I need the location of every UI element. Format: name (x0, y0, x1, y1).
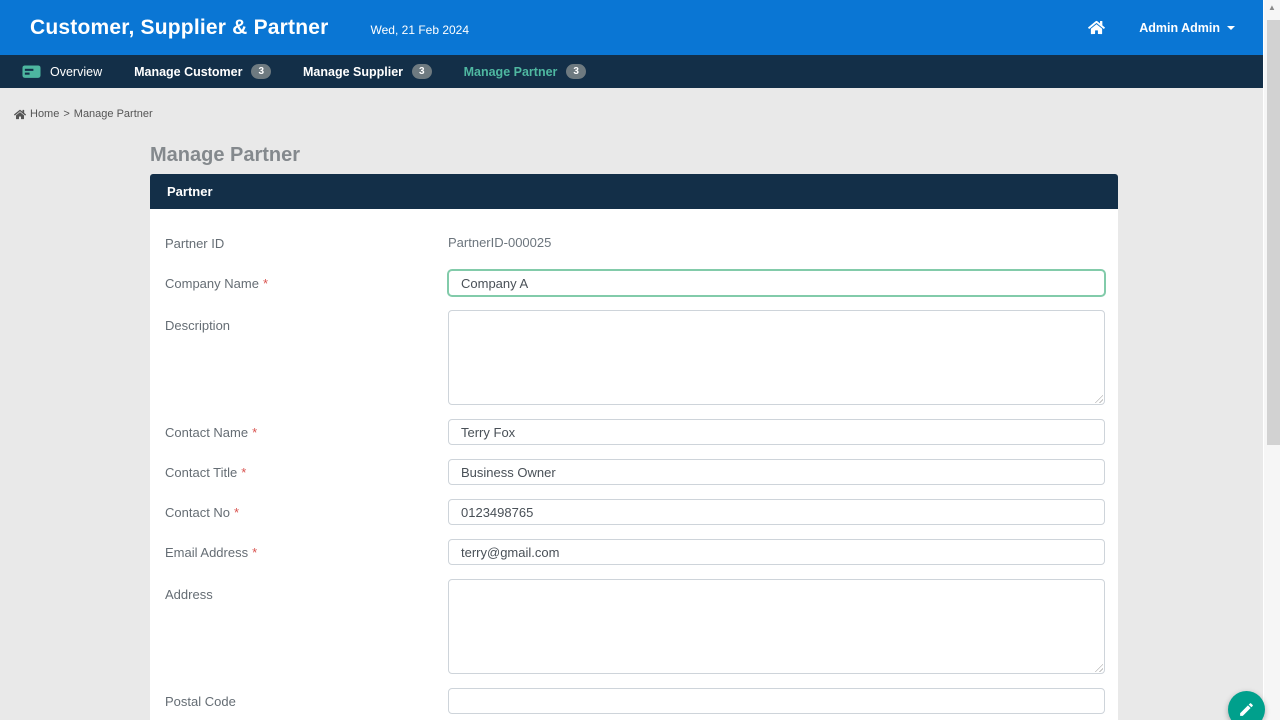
field-control-contact-no (448, 499, 1105, 525)
required-asterisk: * (234, 505, 239, 520)
user-menu[interactable]: Admin Admin (1139, 21, 1235, 35)
vertical-scrollbar[interactable]: ▲ (1263, 0, 1280, 720)
count-badge: 3 (251, 64, 271, 79)
label-text: Address (165, 587, 213, 602)
postal-code-input[interactable] (448, 688, 1105, 714)
label-text: Contact No (165, 505, 230, 520)
label-text: Email Address (165, 545, 248, 560)
form-row-partner-id: Partner ID PartnerID-000025 (165, 230, 1105, 256)
partner-id-value: PartnerID-000025 (448, 230, 1105, 256)
required-asterisk: * (252, 425, 257, 440)
field-label-partner-id: Partner ID (165, 230, 448, 256)
label-text: Postal Code (165, 694, 236, 709)
form-row-company-name: Company Name * (165, 270, 1105, 296)
user-name: Admin Admin (1139, 21, 1220, 35)
field-label-address: Address (165, 579, 448, 674)
form-row-contact-title: Contact Title * (165, 459, 1105, 485)
field-label-company-name: Company Name * (165, 270, 448, 296)
contact-title-input[interactable] (448, 459, 1105, 485)
contact-no-input[interactable] (448, 499, 1105, 525)
app-header: Customer, Supplier & Partner Wed, 21 Feb… (0, 0, 1263, 55)
label-text: Company Name (165, 276, 259, 291)
main-content: Manage Partner Partner Partner IDPartner… (150, 144, 1118, 720)
field-control-partner-id: PartnerID-000025 (448, 230, 1105, 256)
card-icon (22, 65, 41, 78)
field-label-contact-title: Contact Title * (165, 459, 448, 485)
main-nav: Overview Manage Customer 3 Manage Suppli… (0, 55, 1263, 88)
field-control-company-name (448, 270, 1105, 296)
breadcrumb-separator: > (63, 108, 69, 120)
contact-name-input[interactable] (448, 419, 1105, 445)
label-text: Contact Title (165, 465, 237, 480)
caret-down-icon (1227, 26, 1235, 30)
form-row-address: Address (165, 579, 1105, 674)
form-row-contact-no: Contact No * (165, 499, 1105, 525)
nav-item-manage-partner[interactable]: Manage Partner 3 (464, 64, 586, 79)
partner-panel: Partner Partner IDPartnerID-000025Compan… (150, 174, 1118, 720)
description-textarea[interactable] (448, 310, 1105, 405)
app-page: Customer, Supplier & Partner Wed, 21 Feb… (0, 0, 1263, 720)
required-asterisk: * (241, 465, 246, 480)
form-row-email-address: Email Address * (165, 539, 1105, 565)
breadcrumb-home-link[interactable]: Home (30, 108, 59, 120)
field-control-contact-name (448, 419, 1105, 445)
field-control-email-address (448, 539, 1105, 565)
breadcrumb-current: Manage Partner (74, 108, 153, 120)
nav-item-manage-supplier[interactable]: Manage Supplier 3 (303, 64, 432, 79)
panel-header: Partner (150, 174, 1118, 209)
breadcrumb: Home > Manage Partner (0, 88, 1263, 120)
app-title: Customer, Supplier & Partner (30, 16, 329, 40)
email-address-input[interactable] (448, 539, 1105, 565)
label-text: Contact Name (165, 425, 248, 440)
count-badge: 3 (412, 64, 432, 79)
nav-item-label: Manage Supplier (303, 65, 403, 79)
scrollbar-thumb[interactable] (1267, 20, 1280, 445)
scrollbar-up-arrow[interactable]: ▲ (1264, 3, 1280, 12)
page-title: Manage Partner (150, 144, 1118, 167)
nav-item-manage-customer[interactable]: Manage Customer 3 (134, 64, 271, 79)
address-textarea[interactable] (448, 579, 1105, 674)
home-icon[interactable] (1088, 20, 1105, 35)
field-label-contact-no: Contact No * (165, 499, 448, 525)
field-label-email-address: Email Address * (165, 539, 448, 565)
required-asterisk: * (252, 545, 257, 560)
field-label-contact-name: Contact Name * (165, 419, 448, 445)
label-text: Partner ID (165, 236, 224, 251)
pencil-icon (1238, 701, 1255, 718)
form-row-description: Description (165, 310, 1105, 405)
nav-item-overview[interactable]: Overview (22, 65, 102, 79)
count-badge: 3 (566, 64, 586, 79)
field-label-description: Description (165, 310, 448, 405)
partner-form: Partner ID PartnerID-000025 Company Name * D… (150, 209, 1118, 720)
nav-item-label: Overview (50, 65, 102, 79)
required-asterisk: * (263, 276, 268, 291)
nav-item-label: Manage Customer (134, 65, 242, 79)
nav-item-label: Manage Partner (464, 65, 558, 79)
company-name-input[interactable] (448, 270, 1105, 296)
form-row-contact-name: Contact Name * (165, 419, 1105, 445)
field-control-postal-code (448, 688, 1105, 714)
label-text: Description (165, 318, 230, 333)
home-icon (14, 109, 26, 120)
field-control-contact-title (448, 459, 1105, 485)
form-row-postal-code: Postal Code (165, 688, 1105, 714)
field-label-postal-code: Postal Code (165, 688, 448, 714)
header-date: Wed, 21 Feb 2024 (371, 23, 470, 37)
field-control-description (448, 310, 1105, 405)
field-control-address (448, 579, 1105, 674)
edit-fab-button[interactable] (1228, 691, 1265, 720)
